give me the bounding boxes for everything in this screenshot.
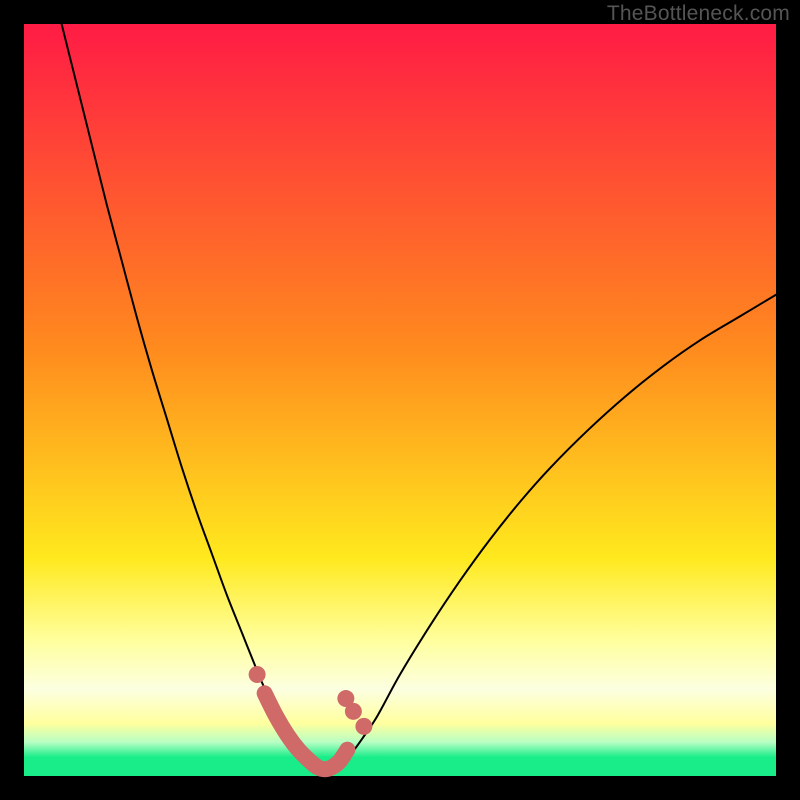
chart-frame	[24, 24, 776, 776]
marker-dot	[249, 666, 266, 683]
curves-layer	[24, 24, 776, 776]
marker-smudge	[265, 693, 348, 769]
marker-dot	[355, 718, 372, 735]
left-curve	[62, 24, 325, 771]
right-curve	[325, 295, 776, 772]
watermark-text: TheBottleneck.com	[607, 2, 790, 26]
marker-dot	[345, 703, 362, 720]
